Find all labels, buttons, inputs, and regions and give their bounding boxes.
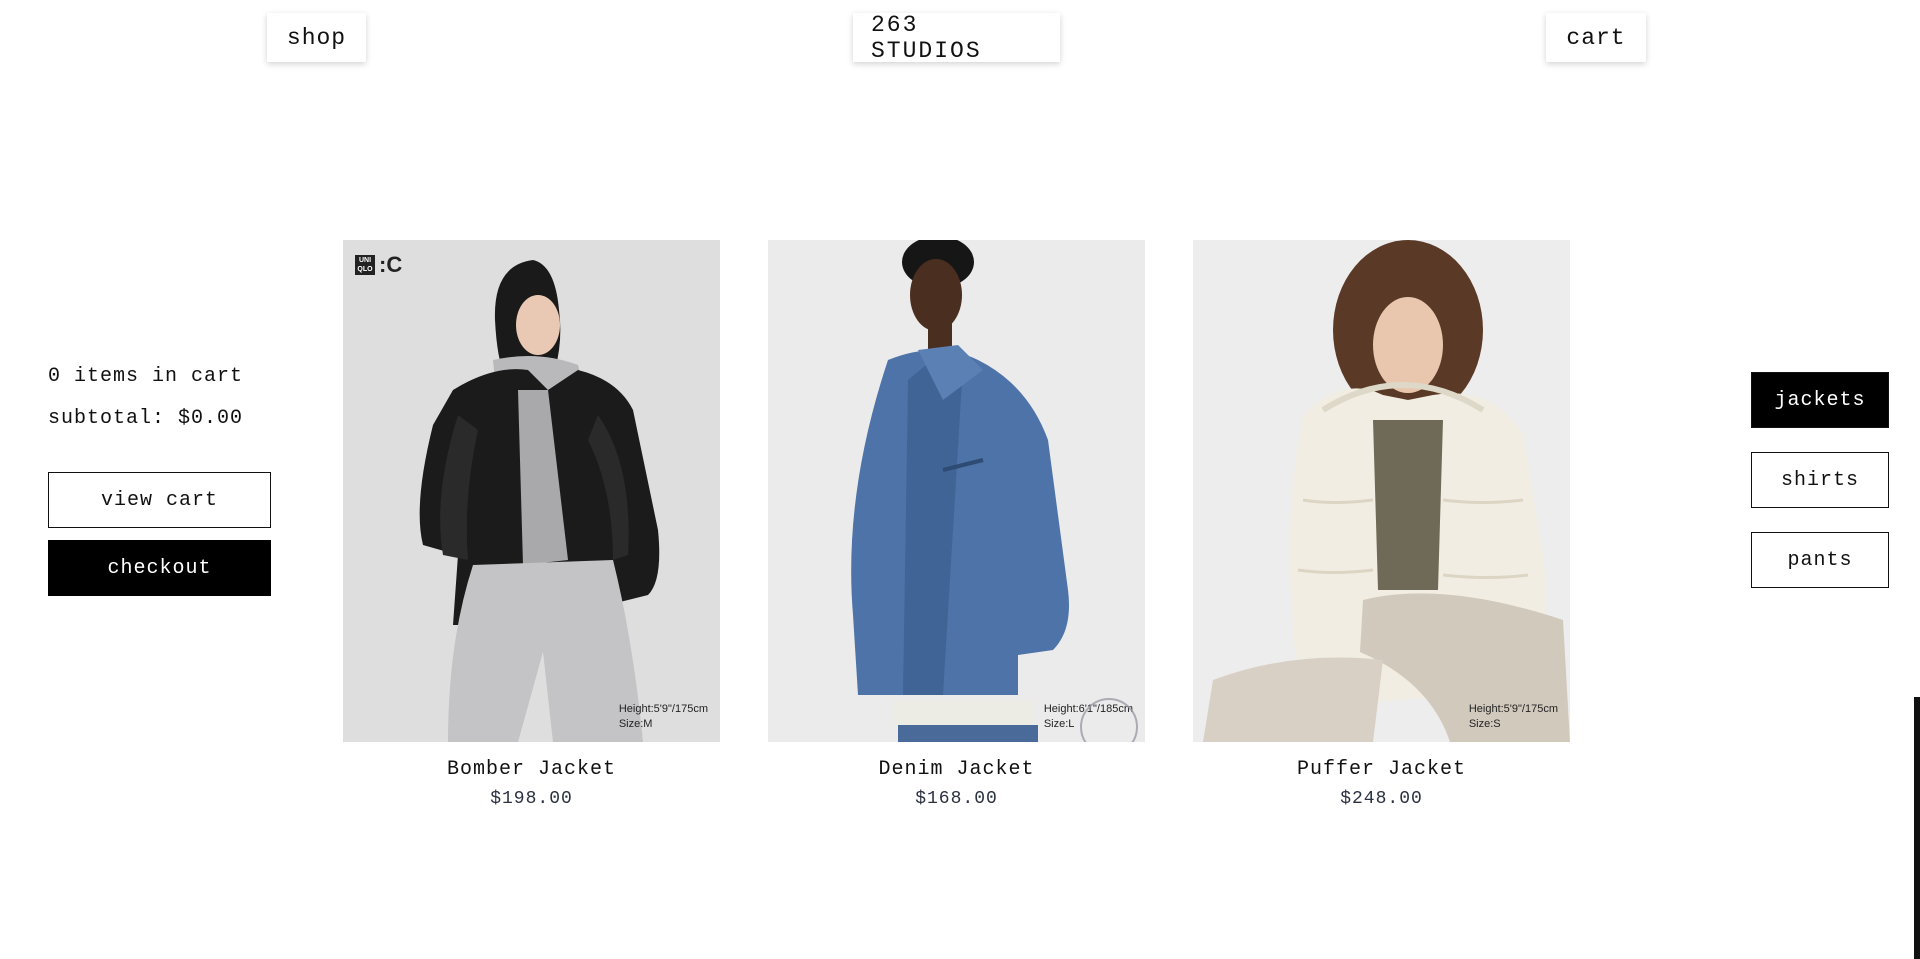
product-price: $248.00 xyxy=(1340,789,1423,809)
product-name[interactable]: Puffer Jacket xyxy=(1193,756,1570,784)
category-jackets-button[interactable]: jackets xyxy=(1751,372,1889,428)
product-name[interactable]: Bomber Jacket xyxy=(343,756,720,784)
brand-badge: UNI QLO :C xyxy=(355,252,402,278)
product-price: $168.00 xyxy=(915,789,998,809)
model-height: Height:5'9"/175cm xyxy=(618,703,708,715)
model-size: Size:M xyxy=(618,718,653,730)
shop-nav-button[interactable]: shop xyxy=(267,13,366,62)
cart-subtotal: subtotal: $0.00 xyxy=(48,407,244,430)
category-pants-button[interactable]: pants xyxy=(1751,532,1889,588)
cart-summary: 0 items in cart subtotal: $0.00 xyxy=(48,362,243,446)
product-name[interactable]: Denim Jacket xyxy=(768,756,1145,784)
brand-logo-link[interactable]: 263 STUDIOS xyxy=(853,12,1060,64)
product-card-bomber-jacket[interactable]: UNI QLO :C Height:5'9"/175cm Size:M Bomb… xyxy=(343,240,720,812)
product-price: $198.00 xyxy=(490,789,573,809)
product-card-puffer-jacket[interactable]: Height:5'9"/175cm Size:S Puffer Jacket $… xyxy=(1193,240,1570,812)
category-shirts-button[interactable]: shirts xyxy=(1751,452,1889,508)
scrollbar-thumb[interactable] xyxy=(1914,697,1920,959)
view-cart-button[interactable]: view cart xyxy=(48,472,271,528)
collab-mark: :C xyxy=(379,252,403,277)
product-image-puffer-jacket[interactable]: Height:5'9"/175cm Size:S xyxy=(1193,240,1570,742)
uniqlo-logo-icon: UNI QLO xyxy=(355,255,375,275)
product-image-denim-jacket[interactable]: Height:6'1"/185cm Size:L xyxy=(768,240,1145,742)
product-card-denim-jacket[interactable]: Height:6'1"/185cm Size:L Denim Jacket $1… xyxy=(768,240,1145,812)
cart-item-count: 0 items in cart xyxy=(48,365,244,388)
model-caption: Height:5'9"/175cm Size:M xyxy=(619,702,708,732)
model-caption: Height:5'9"/175cm Size:S xyxy=(1469,702,1558,732)
checkout-button[interactable]: checkout xyxy=(48,540,271,596)
model-size: Size:S xyxy=(1468,718,1501,730)
model-height: Height:5'9"/175cm xyxy=(1468,703,1558,715)
cart-nav-button[interactable]: cart xyxy=(1546,13,1646,62)
page-scrollbar[interactable] xyxy=(1914,0,1920,959)
product-image-bomber-jacket[interactable]: UNI QLO :C Height:5'9"/175cm Size:M xyxy=(343,240,720,742)
